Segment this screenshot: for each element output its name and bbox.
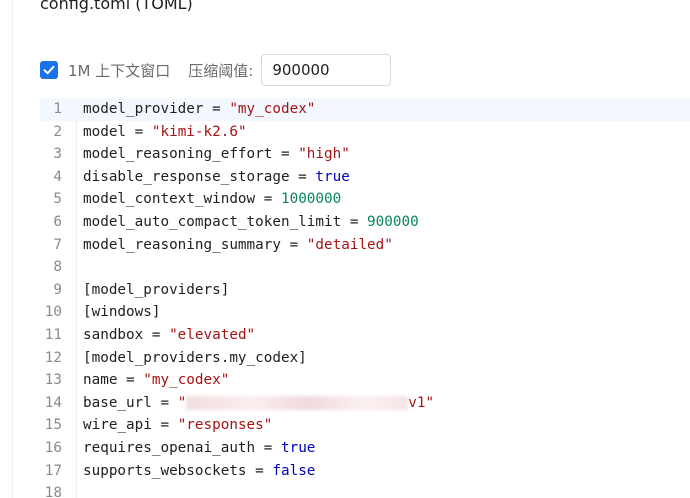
code-line[interactable]: 7 model_reasoning_summary = "detailed" <box>40 234 690 257</box>
code-token: "elevated" <box>169 327 256 343</box>
code-token: 900000 <box>367 214 419 230</box>
code-text: requires_openai_auth = true <box>83 437 315 460</box>
code-token: "kimi-k2.6" <box>151 123 247 140</box>
line-number: 5 <box>53 191 62 208</box>
code-text: model_context_window = 1000000 <box>83 188 341 211</box>
code-token: " <box>177 394 187 411</box>
code-token: supports_websockets = <box>83 462 273 479</box>
code-token: false <box>272 462 316 479</box>
line-number: 12 <box>44 349 62 366</box>
code-text: base_url = " v1" <box>83 392 434 415</box>
context-window-checkbox[interactable] <box>40 61 58 79</box>
code-token: "my_codex" <box>143 372 230 389</box>
code-line[interactable]: 12 [model_providers.my_codex] <box>40 347 690 370</box>
line-number: 17 <box>44 462 62 479</box>
code-token: model_auto_compact_token_limit = <box>83 214 368 230</box>
code-line[interactable]: 10 [windows] <box>40 301 690 324</box>
code-token: true <box>315 168 350 185</box>
code-text: model_reasoning_summary = "detailed" <box>83 234 393 257</box>
code-text: model_reasoning_effort = "high" <box>83 143 350 166</box>
line-number: 15 <box>44 417 62 434</box>
code-token: [windows] <box>83 304 161 321</box>
file-title: config.toml (TOML) <box>40 0 193 13</box>
code-line[interactable]: 1 model_provider = "my_codex" <box>40 98 690 121</box>
code-token: sandbox = <box>83 327 170 343</box>
code-line[interactable]: 3 model_reasoning_effort = "high" <box>40 143 690 166</box>
code-token: base_url = <box>83 394 178 411</box>
code-token: model_reasoning_summary = <box>83 236 307 253</box>
code-text: model_provider = "my_codex" <box>83 98 315 121</box>
code-text: model_auto_compact_token_limit = 900000 <box>83 211 419 234</box>
line-number: 13 <box>44 372 62 389</box>
code-line[interactable]: 2 model = "kimi-k2.6" <box>40 121 690 144</box>
editor-toolbar: 1M 上下文窗口 压缩阈值: <box>40 54 392 86</box>
line-number: 14 <box>44 394 62 411</box>
line-number: 2 <box>53 123 62 140</box>
code-token: [model_providers] <box>83 281 230 298</box>
code-token: model_provider = <box>83 101 230 117</box>
code-line[interactable]: 9 [model_providers] <box>40 279 690 302</box>
checkmark-icon <box>43 65 55 75</box>
code-token: "responses" <box>177 417 273 434</box>
code-token: model = <box>83 123 152 140</box>
context-window-label[interactable]: 1M 上下文窗口 <box>68 60 170 81</box>
threshold-label: 压缩阈值: <box>188 61 254 80</box>
code-line[interactable]: 16 requires_openai_auth = true <box>40 437 690 460</box>
code-token: name = <box>83 372 144 389</box>
code-line[interactable]: 15 wire_api = "responses" <box>40 414 690 437</box>
line-number: 10 <box>44 304 62 321</box>
line-number: 11 <box>44 327 62 343</box>
code-text: wire_api = "responses" <box>83 414 272 437</box>
code-token: "detailed" <box>306 236 393 253</box>
line-number: 1 <box>53 101 62 117</box>
code-token: true <box>280 440 316 456</box>
code-line[interactable]: 6 model_auto_compact_token_limit = 900000 <box>40 211 690 234</box>
code-line[interactable]: 17 supports_websockets = false <box>40 460 690 483</box>
redacted-url <box>186 395 409 410</box>
panel-left-border <box>12 0 13 498</box>
code-text: name = "my_codex" <box>83 369 229 392</box>
code-text: supports_websockets = false <box>83 460 315 483</box>
code-token: disable_response_storage = <box>83 168 316 185</box>
line-number: 18 <box>44 485 62 498</box>
code-line[interactable]: 13 name = "my_codex" <box>40 369 690 392</box>
code-text: disable_response_storage = true <box>83 166 350 189</box>
code-text: [model_providers.my_codex] <box>83 347 307 370</box>
code-text: sandbox = "elevated" <box>83 324 255 347</box>
code-line[interactable]: 11 sandbox = "elevated" <box>40 324 690 347</box>
code-token: v1" <box>408 394 435 411</box>
code-token: "my_codex" <box>229 101 316 117</box>
code-line[interactable]: 4 disable_response_storage = true <box>40 166 690 189</box>
line-number: 4 <box>53 168 62 185</box>
code-token: model_context_window = <box>83 191 281 208</box>
code-line[interactable]: 18 <box>40 482 690 498</box>
code-token: model_reasoning_effort = <box>83 146 299 163</box>
line-number: 9 <box>53 281 62 298</box>
code-text: model = "kimi-k2.6" <box>83 121 247 144</box>
code-editor[interactable]: 1 model_provider = "my_codex" 2 model = "ki… <box>40 98 690 498</box>
line-number: 3 <box>53 146 62 163</box>
code-token: 1000000 <box>280 191 342 208</box>
code-token: "high" <box>298 146 350 163</box>
code-line[interactable]: 14 base_url = " v1" <box>40 392 690 415</box>
code-line[interactable]: 5 model_context_window = 1000000 <box>40 188 690 211</box>
code-text: [model_providers] <box>83 279 229 302</box>
line-number: 6 <box>53 214 62 230</box>
line-number: 16 <box>44 440 62 456</box>
line-number: 8 <box>53 259 62 276</box>
code-text: [windows] <box>83 301 160 324</box>
code-line[interactable]: 8 <box>40 256 690 279</box>
code-token: wire_api = <box>83 417 178 434</box>
line-number: 7 <box>53 236 62 253</box>
code-token: requires_openai_auth = <box>83 440 281 456</box>
code-token: [model_providers.my_codex] <box>83 349 307 366</box>
threshold-input[interactable] <box>261 54 392 86</box>
